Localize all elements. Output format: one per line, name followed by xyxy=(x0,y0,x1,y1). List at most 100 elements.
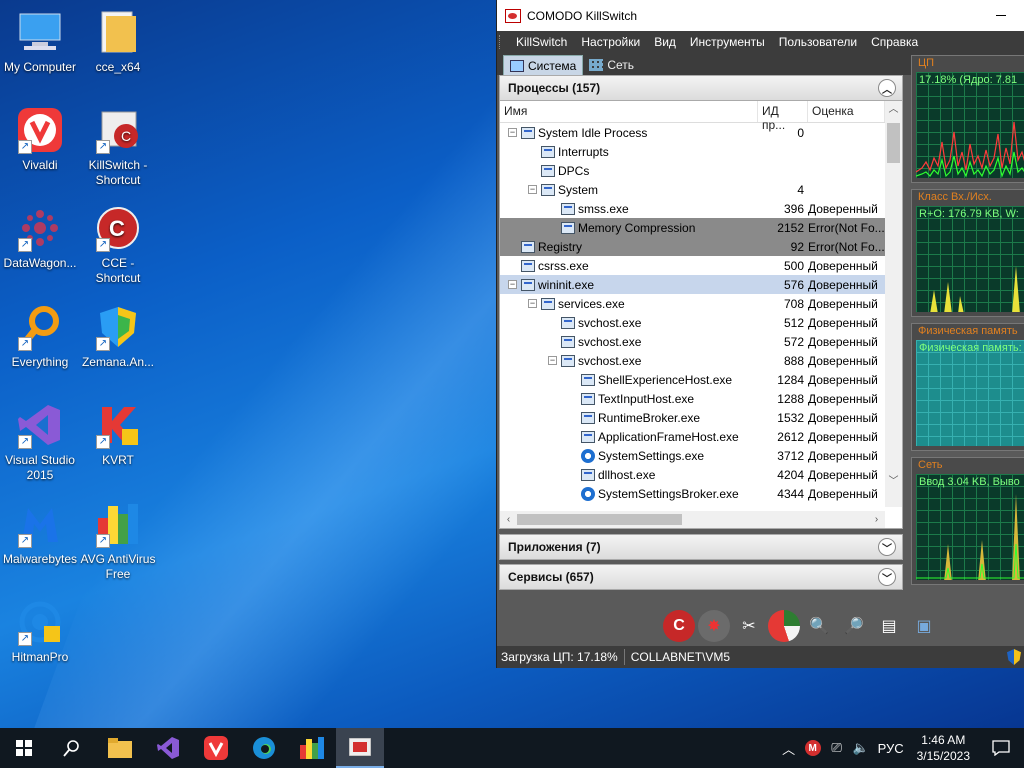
services-section-header[interactable]: Сервисы (657) ﹀ xyxy=(499,564,903,590)
processes-section-header[interactable]: Процессы (157) ︿ xyxy=(499,75,903,101)
collapse-toggle-icon[interactable]: − xyxy=(548,356,557,365)
process-row[interactable]: DPCs xyxy=(500,161,885,180)
chevron-up-icon[interactable]: ︿ xyxy=(878,79,896,97)
apps-section-header[interactable]: Приложения (7) ﹀ xyxy=(499,534,903,560)
process-row[interactable]: SystemSettings.exe 3712 Доверенный xyxy=(500,446,885,465)
desktop-icon-search-magnifier[interactable]: ↗ Everything xyxy=(0,303,80,370)
process-row[interactable]: − services.exe 708 Доверенный xyxy=(500,294,885,313)
tools-button[interactable]: ✂ xyxy=(733,610,765,642)
collapse-toggle-icon[interactable]: − xyxy=(528,185,537,194)
notification-center-button[interactable] xyxy=(978,728,1024,768)
malwarebytes-tray-icon[interactable]: M xyxy=(801,728,825,768)
desktop-icon-vivaldi[interactable]: ↗ Vivaldi xyxy=(0,106,80,173)
scroll-thumb[interactable] xyxy=(887,123,900,163)
taskbar-killswitch[interactable] xyxy=(336,728,384,768)
scroll-left-arrow-icon[interactable]: ‹ xyxy=(500,511,517,528)
language-indicator[interactable]: РУС xyxy=(873,728,909,768)
desktop-icon-killswitch[interactable]: C ↗ KillSwitch - Shortcut xyxy=(78,106,158,188)
process-name: svchost.exe xyxy=(578,315,642,330)
minimize-button[interactable] xyxy=(978,0,1024,31)
menu-settings[interactable]: Настройки xyxy=(574,35,647,49)
start-button[interactable] xyxy=(0,728,48,768)
process-row[interactable]: Registry 92 Error(Not Fo... xyxy=(500,237,885,256)
chevron-up-icon[interactable]: ︿ xyxy=(777,728,801,768)
process-row[interactable]: ApplicationFrameHost.exe 2612 Доверенный xyxy=(500,427,885,446)
menu-help[interactable]: Справка xyxy=(864,35,925,49)
process-row[interactable]: svchost.exe 572 Доверенный xyxy=(500,332,885,351)
process-row[interactable]: SystemSettingsBroker.exe 4344 Доверенный xyxy=(500,484,885,503)
process-row[interactable]: Interrupts xyxy=(500,142,885,161)
desktop-icon-avg[interactable]: ↗ AVG AntiVirus Free xyxy=(78,500,158,582)
network-icon[interactable]: ⎚ xyxy=(825,728,849,768)
desktop-icon-datawagon[interactable]: ↗ DataWagon... xyxy=(0,204,80,271)
process-row[interactable]: − wininit.exe 576 Доверенный xyxy=(500,275,885,294)
shortcut-arrow-icon: ↗ xyxy=(18,534,32,548)
process-row[interactable]: − svchost.exe 888 Доверенный xyxy=(500,351,885,370)
pie-chart-button[interactable] xyxy=(768,610,800,642)
taskbar-file-explorer[interactable] xyxy=(96,728,144,768)
desktop-icon-hitmanpro[interactable]: ↗ HitmanPro xyxy=(0,598,80,665)
vertical-scrollbar[interactable]: ︿ ﹀ xyxy=(885,101,902,507)
tab-network[interactable]: Сеть xyxy=(583,55,640,75)
comodo-logo-button[interactable]: C xyxy=(663,610,695,642)
collapse-toggle-icon[interactable]: − xyxy=(508,280,517,289)
magnifier-button[interactable]: 🔍 xyxy=(803,610,835,642)
uac-shield-icon[interactable] xyxy=(1007,649,1021,665)
chevron-down-icon[interactable]: ﹀ xyxy=(878,568,896,586)
desktop-icon-zemana-shield[interactable]: ↗ Zemana.An... xyxy=(78,303,158,370)
menu-users[interactable]: Пользователи xyxy=(772,35,864,49)
clock[interactable]: 1:46 AM 3/15/2023 xyxy=(909,732,978,764)
cpu-graph: 17.18% (Ядро: 7.81 xyxy=(916,72,1024,178)
taskbar-avg[interactable] xyxy=(288,728,336,768)
search-button[interactable] xyxy=(48,728,96,768)
process-window-icon xyxy=(561,335,575,348)
column-name[interactable]: Имя xyxy=(500,101,758,122)
menu-view[interactable]: Вид xyxy=(647,35,683,49)
inspect-button[interactable]: 🔎 xyxy=(838,610,870,642)
monitor-button[interactable]: ▣ xyxy=(908,610,940,642)
volume-icon[interactable]: 🔈 xyxy=(849,728,873,768)
process-row[interactable]: ShellExperienceHost.exe 1284 Доверенный xyxy=(500,370,885,389)
cpu-graph-title: ЦП xyxy=(918,57,935,69)
collapse-toggle-icon[interactable]: − xyxy=(508,128,517,137)
scroll-right-arrow-icon[interactable]: › xyxy=(868,511,885,528)
process-row[interactable]: TextInputHost.exe 1288 Доверенный xyxy=(500,389,885,408)
taskbar-vivaldi[interactable] xyxy=(192,728,240,768)
desktop-icon-comodo[interactable]: C ↗ CCE - Shortcut xyxy=(78,204,158,286)
statusbar: Загрузка ЦП: 17.18% COLLABNET\VM5 xyxy=(497,646,1024,668)
horizontal-scrollbar[interactable]: ‹ › xyxy=(500,511,885,528)
desktop-icon-kaspersky[interactable]: ↗ KVRT xyxy=(78,401,158,468)
desktop-icon-computer[interactable]: My Computer xyxy=(0,8,80,75)
process-pid: 1288 xyxy=(777,391,804,406)
window-titlebar[interactable]: COMODO KillSwitch xyxy=(497,0,1024,31)
menu-killswitch[interactable]: KillSwitch xyxy=(509,35,574,49)
process-row[interactable]: Memory Compression 2152 Error(Not Fo... xyxy=(500,218,885,237)
chevron-down-icon[interactable]: ﹀ xyxy=(878,538,896,556)
list-button[interactable]: ▤ xyxy=(873,610,905,642)
desktop-icon-label: Malwarebytes xyxy=(2,552,78,566)
tab-system[interactable]: Система xyxy=(503,55,584,75)
taskbar-edge[interactable] xyxy=(240,728,288,768)
process-row[interactable]: dllhost.exe 4204 Доверенный xyxy=(500,465,885,484)
column-rating[interactable]: Оценка xyxy=(808,101,885,122)
process-row[interactable]: RuntimeBroker.exe 1532 Доверенный xyxy=(500,408,885,427)
desktop-icon-visual-studio[interactable]: ↗ Visual Studio 2015 xyxy=(0,401,80,483)
kill-process-gear-button[interactable]: ✸ xyxy=(698,610,730,642)
menu-tools[interactable]: Инструменты xyxy=(683,35,772,49)
process-row[interactable]: − System 4 xyxy=(500,180,885,199)
process-row[interactable]: csrss.exe 500 Доверенный xyxy=(500,256,885,275)
desktop-icon-malwarebytes[interactable]: ↗ Malwarebytes xyxy=(0,500,80,567)
process-row[interactable]: svchost.exe 512 Доверенный xyxy=(500,313,885,332)
taskbar-visual-studio[interactable] xyxy=(144,728,192,768)
hscroll-thumb[interactable] xyxy=(517,514,682,525)
collapse-toggle-icon[interactable]: − xyxy=(528,299,537,308)
scroll-down-arrow-icon[interactable]: ﹀ xyxy=(885,473,902,490)
process-row[interactable]: − System Idle Process 0 xyxy=(500,123,885,142)
column-pid[interactable]: ИД пр... xyxy=(758,101,808,132)
scroll-up-arrow-icon[interactable]: ︿ xyxy=(885,101,902,118)
process-window-icon xyxy=(581,468,595,481)
desktop-icon-folder[interactable]: cce_x64 xyxy=(78,8,158,75)
process-pid: 512 xyxy=(783,315,804,330)
process-row[interactable]: smss.exe 396 Доверенный xyxy=(500,199,885,218)
network-graph-plot xyxy=(916,494,1024,580)
